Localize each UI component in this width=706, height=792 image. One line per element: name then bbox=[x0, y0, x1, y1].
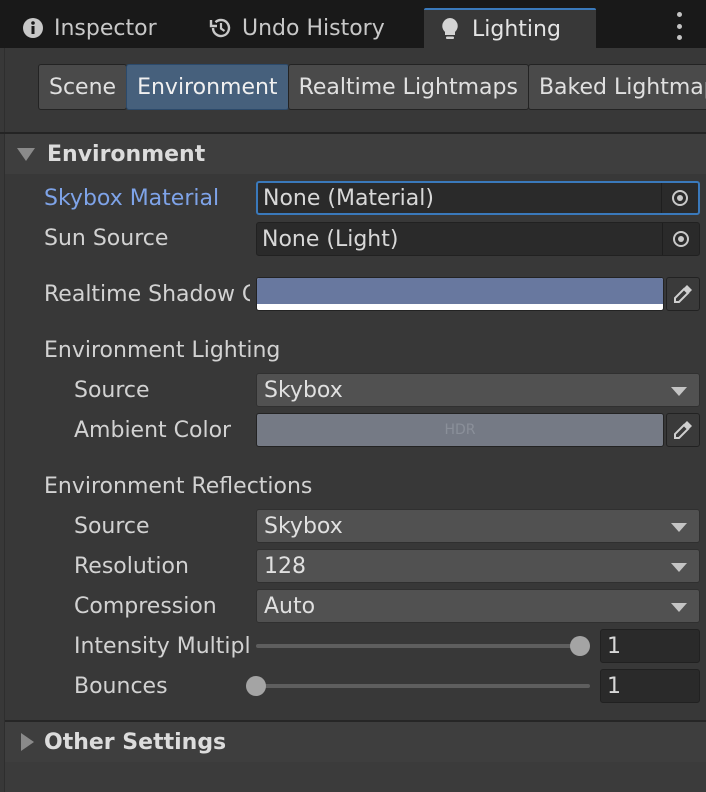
skybox-material-value: None (Material) bbox=[263, 185, 434, 211]
subtab-realtime-lightmaps[interactable]: Realtime Lightmaps bbox=[287, 64, 529, 110]
dropdown-value: Skybox bbox=[264, 513, 343, 539]
lighting-source-label: Source bbox=[74, 378, 150, 403]
field-value: 1 bbox=[607, 673, 621, 699]
intensity-number-field[interactable]: 1 bbox=[600, 629, 700, 663]
other-settings-foldout[interactable]: Other Settings bbox=[5, 722, 706, 762]
more-options-icon[interactable] bbox=[672, 12, 686, 40]
dropdown-value: Auto bbox=[264, 593, 316, 619]
subtab-baked-lightmaps[interactable]: Baked Lightmaps bbox=[527, 64, 706, 110]
hdr-badge: HDR bbox=[444, 422, 476, 438]
tab-label: Undo History bbox=[242, 15, 385, 41]
reflection-source-dropdown[interactable]: Skybox bbox=[256, 509, 700, 543]
color-swatch bbox=[257, 278, 663, 304]
chevron-down-icon bbox=[671, 523, 687, 532]
compression-dropdown[interactable]: Auto bbox=[256, 589, 700, 623]
lighting-sub-tabs: Scene Environment Realtime Lightmaps Bak… bbox=[38, 64, 706, 112]
environment-lighting-header: Environment Lighting bbox=[44, 338, 281, 363]
intensity-slider-knob[interactable] bbox=[570, 636, 590, 656]
sun-source-value: None (Light) bbox=[262, 226, 399, 252]
window-tab-bar: Inspector Undo History Lighting bbox=[0, 0, 706, 48]
subtab-scene[interactable]: Scene bbox=[38, 64, 128, 110]
info-icon bbox=[20, 15, 46, 41]
foldout-title: Other Settings bbox=[44, 729, 227, 755]
panel-footer bbox=[5, 762, 706, 792]
resolution-dropdown[interactable]: 128 bbox=[256, 549, 700, 583]
foldout-expanded-icon bbox=[17, 147, 35, 161]
resolution-label: Resolution bbox=[74, 554, 189, 579]
lighting-source-dropdown[interactable]: Skybox bbox=[256, 373, 700, 407]
skybox-material-field[interactable]: None (Material) bbox=[256, 181, 700, 215]
sun-source-field[interactable]: None (Light) bbox=[256, 222, 700, 256]
field-value: 1 bbox=[607, 633, 621, 659]
tab-undo-history[interactable]: Undo History bbox=[208, 8, 385, 48]
chevron-down-icon bbox=[671, 603, 687, 612]
target-icon bbox=[673, 231, 689, 247]
bounces-slider-knob[interactable] bbox=[246, 676, 266, 696]
ambient-color-field[interactable]: HDR bbox=[256, 413, 664, 447]
tab-lighting[interactable]: Lighting bbox=[424, 8, 596, 48]
reflection-source-label: Source bbox=[74, 514, 150, 539]
realtime-shadow-color-field[interactable] bbox=[256, 277, 664, 311]
sun-source-label: Sun Source bbox=[44, 226, 169, 251]
eyedropper-icon bbox=[674, 285, 692, 303]
skybox-material-label: Skybox Material bbox=[44, 186, 220, 211]
eyedropper-button[interactable] bbox=[666, 413, 700, 447]
subtab-environment[interactable]: Environment bbox=[126, 64, 289, 110]
compression-label: Compression bbox=[74, 594, 217, 619]
chevron-down-icon bbox=[671, 563, 687, 572]
dropdown-value: Skybox bbox=[264, 377, 343, 403]
bounces-slider-track[interactable] bbox=[256, 684, 590, 688]
foldout-collapsed-icon bbox=[21, 733, 34, 751]
intensity-multiplier-label: Intensity Multiplier bbox=[74, 634, 252, 659]
environment-foldout[interactable]: Environment bbox=[5, 134, 706, 174]
tab-label: Lighting bbox=[472, 16, 561, 42]
environment-reflections-header: Environment Reflections bbox=[44, 474, 313, 499]
foldout-title: Environment bbox=[47, 141, 206, 167]
dropdown-value: 128 bbox=[264, 553, 306, 579]
bounces-number-field[interactable]: 1 bbox=[600, 669, 700, 703]
target-icon bbox=[672, 190, 688, 206]
tab-inspector[interactable]: Inspector bbox=[20, 8, 157, 48]
intensity-slider-track[interactable] bbox=[256, 644, 580, 648]
lightbulb-icon bbox=[440, 16, 460, 42]
object-picker-button[interactable] bbox=[661, 183, 698, 213]
realtime-shadow-color-label: Realtime Shadow Color bbox=[44, 282, 250, 307]
tab-label: Inspector bbox=[54, 15, 157, 41]
bounces-label: Bounces bbox=[74, 674, 168, 699]
chevron-down-icon bbox=[671, 387, 687, 396]
ambient-color-label: Ambient Color bbox=[74, 418, 232, 443]
history-icon bbox=[208, 15, 234, 41]
object-picker-button[interactable] bbox=[662, 223, 699, 255]
eyedropper-icon bbox=[674, 421, 692, 439]
eyedropper-button[interactable] bbox=[666, 277, 700, 311]
